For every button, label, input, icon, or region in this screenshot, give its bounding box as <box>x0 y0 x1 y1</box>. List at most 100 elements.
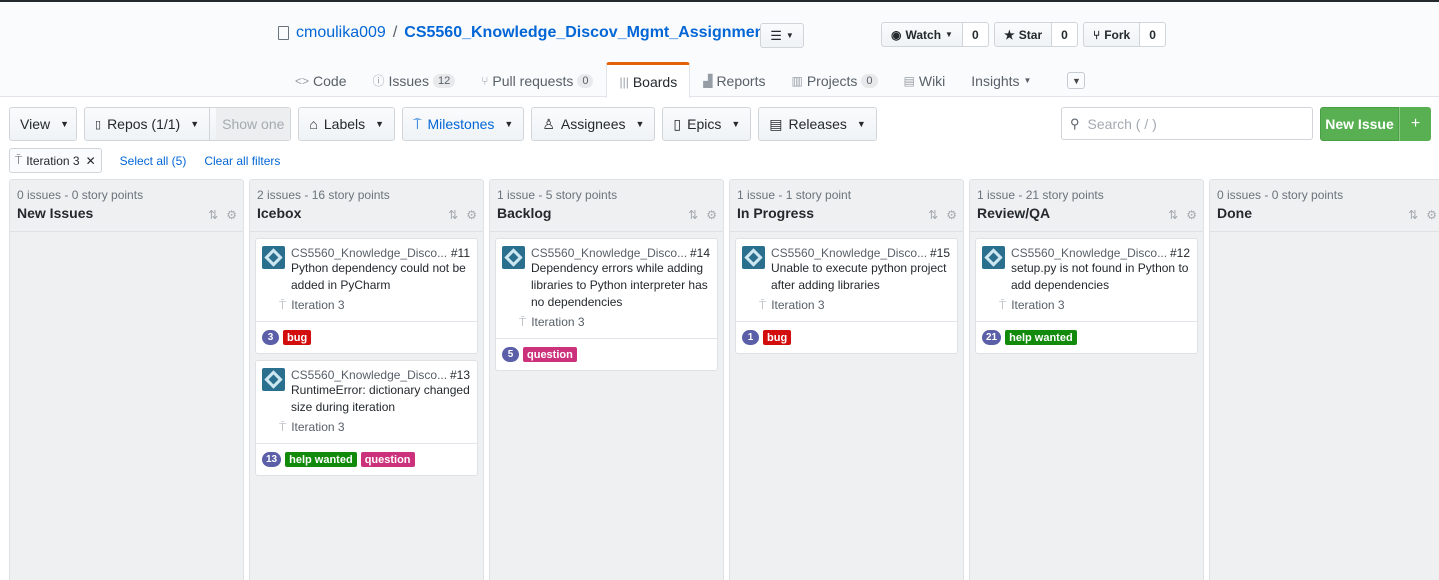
card-number[interactable]: #14 <box>690 246 710 260</box>
gear-icon[interactable]: ⚙ <box>226 208 237 222</box>
repo-menu-button[interactable]: ☰ ▼ <box>760 23 804 48</box>
fork-icon: ⑂ <box>1093 27 1101 42</box>
tab-insights[interactable]: Insights ▼ <box>958 62 1044 98</box>
tab-code[interactable]: <> Code <box>282 62 359 98</box>
column-cards <box>10 232 243 244</box>
gear-icon[interactable]: ⚙ <box>466 208 477 222</box>
repo-header: cmoulika009 / CS5560_Knowledge_Discov_Mg… <box>0 2 1439 98</box>
gear-icon[interactable]: ⚙ <box>706 208 717 222</box>
issue-label[interactable]: help wanted <box>1005 330 1077 345</box>
assignees-dropdown[interactable]: ♙ Assignees ▼ <box>531 107 656 141</box>
pr-counter: 0 <box>577 73 594 88</box>
watch-count[interactable]: 0 <box>962 22 989 47</box>
sort-icon[interactable]: ⇅ <box>448 208 458 222</box>
tab-label: Insights <box>971 72 1020 89</box>
card-title[interactable]: Dependency errors while adding libraries… <box>531 260 710 311</box>
issue-card[interactable]: CS5560_Knowledge_Disco... #14 Dependency … <box>495 238 718 371</box>
labels-dropdown[interactable]: ⌂ Labels ▼ <box>298 107 396 141</box>
column-meta: 1 issue - 1 story point <box>737 188 956 202</box>
card-title[interactable]: Python dependency could not be added in … <box>291 260 470 294</box>
column-issue-count: 2 issues <box>257 188 302 202</box>
eye-icon: ◉ <box>891 27 902 42</box>
column-title: Done <box>1217 205 1252 221</box>
sort-icon[interactable]: ⇅ <box>688 208 698 222</box>
clear-filters-link[interactable]: Clear all filters <box>204 154 280 168</box>
card-number[interactable]: #12 <box>1170 246 1190 260</box>
issue-card[interactable]: CS5560_Knowledge_Disco... #15 Unable to e… <box>735 238 958 354</box>
milestones-dropdown[interactable]: ⍑ Milestones ▼ <box>402 107 525 141</box>
star-button[interactable]: ★ Star <box>994 22 1053 47</box>
milestone-icon: ⍑ <box>759 298 767 312</box>
repo-owner-link[interactable]: cmoulika009 <box>296 24 386 42</box>
tabs-more-button[interactable]: ▼ <box>1066 62 1086 98</box>
chevron-down-icon: ▼ <box>731 119 741 129</box>
tab-pull-requests[interactable]: ⑂ Pull requests 0 <box>468 62 606 98</box>
gear-icon[interactable]: ⚙ <box>946 208 957 222</box>
star-group: ★ Star 0 <box>994 22 1078 47</box>
issue-card[interactable]: CS5560_Knowledge_Disco... #12 setup.py is… <box>975 238 1198 354</box>
search-input[interactable] <box>1087 115 1288 132</box>
sort-icon[interactable]: ⇅ <box>1168 208 1178 222</box>
list-icon: ☰ <box>770 27 782 43</box>
issue-label[interactable]: question <box>523 347 577 362</box>
sort-icon[interactable]: ⇅ <box>928 208 938 222</box>
issue-label[interactable]: bug <box>283 330 312 345</box>
issue-label[interactable]: help wanted <box>285 452 357 467</box>
close-icon[interactable]: ✕ <box>86 154 96 168</box>
tag-icon: ⌂ <box>309 116 318 132</box>
show-one-button[interactable]: Show one <box>216 108 291 140</box>
tab-label: Boards <box>632 73 678 90</box>
avatar <box>262 368 285 391</box>
repo-name-link[interactable]: CS5560_Knowledge_Discov_Mgmt_Assignments <box>404 24 778 42</box>
tab-issues[interactable]: ⓘ Issues 12 <box>359 62 468 98</box>
card-title[interactable]: Unable to execute python project after a… <box>771 260 950 294</box>
labels-label: Labels <box>323 116 366 132</box>
estimate-badge: 5 <box>502 347 519 362</box>
card-number[interactable]: #13 <box>450 368 470 382</box>
column-header: 2 issues - 16 story points Icebox ⇅ ⚙ <box>250 180 483 232</box>
column-title: Backlog <box>497 205 552 221</box>
column-meta: 1 issue - 5 story points <box>497 188 716 202</box>
new-issue-plus-button[interactable]: + <box>1399 107 1431 141</box>
issue-card[interactable]: CS5560_Knowledge_Disco... #13 RuntimeErro… <box>255 360 478 476</box>
star-count[interactable]: 0 <box>1052 22 1078 47</box>
sort-icon[interactable]: ⇅ <box>1408 208 1418 222</box>
tab-wiki[interactable]: ▤ Wiki <box>891 62 959 98</box>
releases-dropdown[interactable]: ▤ Releases ▼ <box>758 107 877 141</box>
card-number[interactable]: #11 <box>451 246 470 260</box>
avatar <box>982 246 1005 269</box>
repos-dropdown[interactable]: ▯ Repos (1/1) ▼ Show one <box>84 107 292 141</box>
fork-count[interactable]: 0 <box>1140 22 1166 47</box>
tab-boards[interactable]: ||| Boards <box>606 62 691 98</box>
column-header: 0 issues - 0 story points Done ⇅ ⚙ <box>1210 180 1439 232</box>
gear-icon[interactable]: ⚙ <box>1426 208 1437 222</box>
card-title[interactable]: setup.py is not found in Python to add d… <box>1011 260 1190 294</box>
filter-chip-iteration[interactable]: ⍑ Iteration 3 ✕ <box>9 148 102 173</box>
view-dropdown[interactable]: View ▼ <box>9 107 77 141</box>
fork-button[interactable]: ⑂ Fork <box>1083 22 1141 47</box>
issue-label[interactable]: bug <box>763 330 792 345</box>
new-issue-button[interactable]: New Issue <box>1320 107 1399 141</box>
chevron-down-icon: ▼ <box>190 119 200 129</box>
card-repo: CS5560_Knowledge_Disco... <box>291 368 448 382</box>
column-story-points: - 0 story points <box>1261 188 1344 202</box>
select-all-link[interactable]: Select all (5) <box>120 154 187 168</box>
card-iteration: Iteration 3 <box>771 298 825 312</box>
watch-button[interactable]: ◉ Watch ▼ <box>881 22 963 47</box>
column-cards: CS5560_Knowledge_Disco... #12 setup.py is… <box>970 232 1203 360</box>
milestone-icon: ⍑ <box>999 298 1007 312</box>
issue-label[interactable]: question <box>360 452 415 467</box>
card-title[interactable]: RuntimeError: dictionary changed size du… <box>291 382 470 416</box>
tab-label: Pull requests <box>492 72 574 89</box>
tab-projects[interactable]: ▥ Projects 0 <box>778 62 890 98</box>
column-story-points: - 16 story points <box>301 188 390 202</box>
gear-icon[interactable]: ⚙ <box>1186 208 1197 222</box>
column-cards: CS5560_Knowledge_Disco... #11 Python depe… <box>250 232 483 482</box>
card-number[interactable]: #15 <box>930 246 950 260</box>
code-icon: <> <box>295 73 310 88</box>
tab-reports[interactable]: ▟ Reports <box>690 62 778 98</box>
sort-icon[interactable]: ⇅ <box>208 208 218 222</box>
epics-dropdown[interactable]: ▯ Epics ▼ <box>662 107 752 141</box>
issue-card[interactable]: CS5560_Knowledge_Disco... #11 Python depe… <box>255 238 478 354</box>
milestone-icon: ⍑ <box>279 298 287 312</box>
